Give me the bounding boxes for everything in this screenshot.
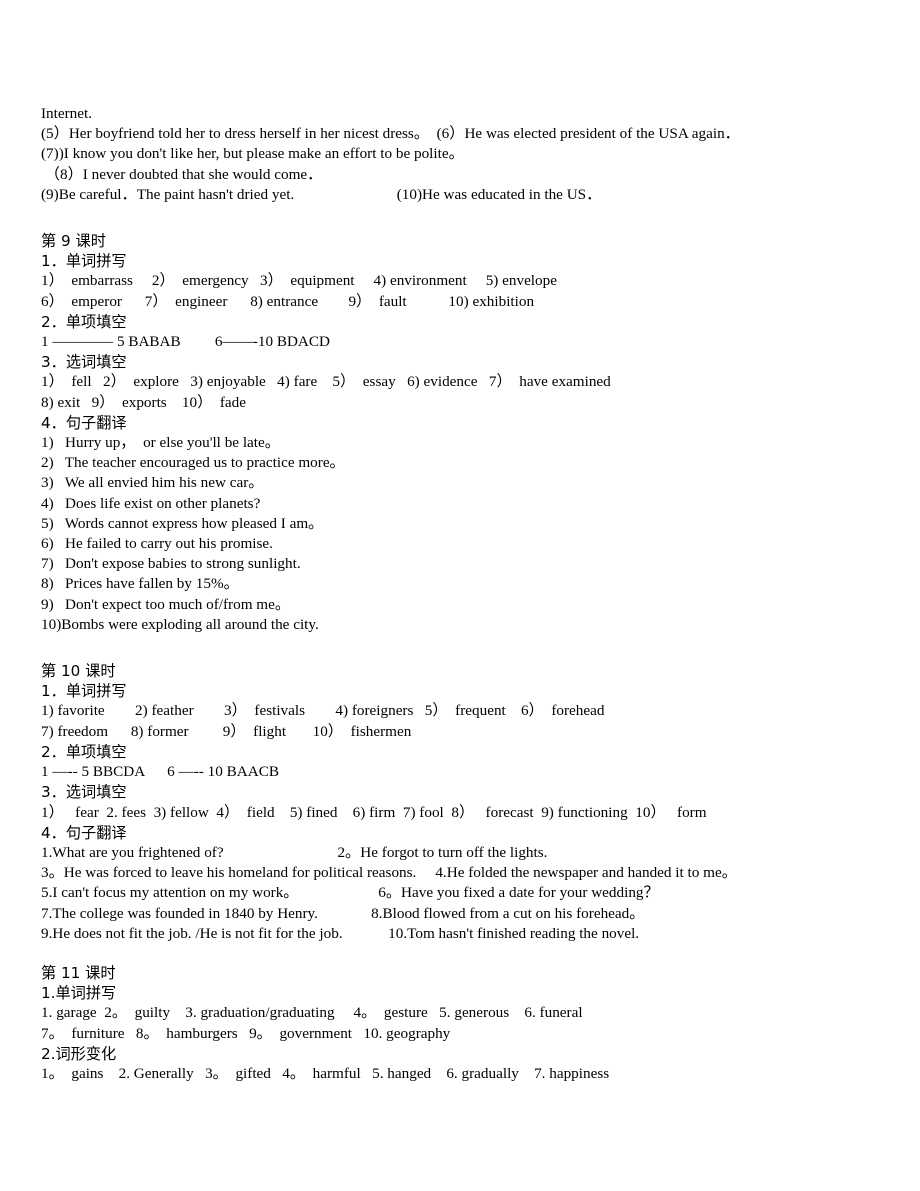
section-title: 1.单词拼写 <box>41 984 117 1003</box>
text-line: 1 ———— 5 BABAB 6——-10 BDACD <box>41 333 331 351</box>
block-carryover: Internet. (5）Her boyfriend told her to d… <box>41 104 886 205</box>
document-page: Internet. (5）Her boyfriend told her to d… <box>0 0 920 1191</box>
text-line: （8）I never doubted that she would come． <box>41 165 323 183</box>
text-line: 1 —-- 5 BBCDA 6 —-- 10 BAACB <box>41 763 279 781</box>
text-line: 7.The college was founded in 1840 by Hen… <box>41 904 645 922</box>
text-line: 10)Bombs were exploding all around the c… <box>41 615 319 633</box>
section-title: 3．选词填空 <box>41 783 127 802</box>
text-line: 8) exit 9） exports 10） fade <box>41 393 246 411</box>
text-line: 3) We all envied him his new car。 <box>41 474 264 492</box>
text-line: 1.What are you frightened of? 2。He forgo… <box>41 843 548 861</box>
lesson-heading: 第 11 课时 <box>41 963 116 982</box>
section-title: 2.词形变化 <box>41 1044 117 1063</box>
text-line: 5) Words cannot express how pleased I am… <box>41 514 324 532</box>
text-line: 6） emperor 7） engineer 8) entrance 9） fa… <box>41 292 535 310</box>
text-line: (5）Her boyfriend told her to dress herse… <box>41 125 740 143</box>
text-line: 1) favorite 2) feather 3） festivals 4) f… <box>41 702 605 720</box>
text-line: Internet. <box>41 105 93 122</box>
text-line: 7) Don't expose babies to strong sunligh… <box>41 555 301 573</box>
text-line: 9.He does not fit the job. /He is not fi… <box>41 924 640 942</box>
section-title: 1．单词拼写 <box>41 252 127 271</box>
text-line: 1） embarrass 2） emergency 3） equipment 4… <box>41 272 557 290</box>
block-lesson-11: 第 11 课时 1.单词拼写 1. garage 2。 guilty 3. gr… <box>41 963 886 1084</box>
document-body: Internet. (5）Her boyfriend told her to d… <box>41 104 886 1084</box>
text-line: 1） fear 2. fees 3) fellow 4） field 5) fi… <box>41 803 707 821</box>
text-line: 1) Hurry up， or else you'll be late。 <box>41 434 280 452</box>
text-line: (9)Be careful．The paint hasn't dried yet… <box>41 185 602 203</box>
text-line: 5.I can't focus my attention on my work。… <box>41 884 659 902</box>
text-line: 1. garage 2。 guilty 3. graduation/gradua… <box>41 1004 583 1022</box>
block-lesson-10: 第 10 课时 1．单词拼写 1) favorite 2) feather 3）… <box>41 661 886 944</box>
text-line: 1。 gains 2. Generally 3。 gifted 4。 harmf… <box>41 1064 610 1082</box>
text-line: 7。 furniture 8。 hamburgers 9。 government… <box>41 1024 451 1042</box>
text-line: 9) Don't expect too much of/from me。 <box>41 595 291 613</box>
text-line: 8) Prices have fallen by 15%。 <box>41 575 239 593</box>
text-line: 7) freedom 8) former 9） flight 10） fishe… <box>41 722 412 740</box>
text-line: 2) The teacher encouraged us to practice… <box>41 454 345 472</box>
text-line: (7))I know you don't like her, but pleas… <box>41 145 464 163</box>
text-line: 3。He was forced to leave his homeland fo… <box>41 864 737 882</box>
section-title: 1．单词拼写 <box>41 682 127 701</box>
section-title: 4．句子翻译 <box>41 413 127 432</box>
lesson-heading: 第 9 课时 <box>41 232 106 251</box>
section-title: 2．单项填空 <box>41 742 127 761</box>
section-title: 3．选词填空 <box>41 353 127 372</box>
text-line: 4) Does life exist on other planets? <box>41 494 261 512</box>
section-title: 4．句子翻译 <box>41 823 127 842</box>
block-lesson-9: 第 9 课时 1．单词拼写 1） embarrass 2） emergency … <box>41 231 886 635</box>
text-line: 1） fell 2） explore 3) enjoyable 4) fare … <box>41 373 611 391</box>
lesson-heading: 第 10 课时 <box>41 662 116 681</box>
text-line: 6) He failed to carry out his promise. <box>41 535 273 553</box>
section-title: 2．单项填空 <box>41 312 127 331</box>
